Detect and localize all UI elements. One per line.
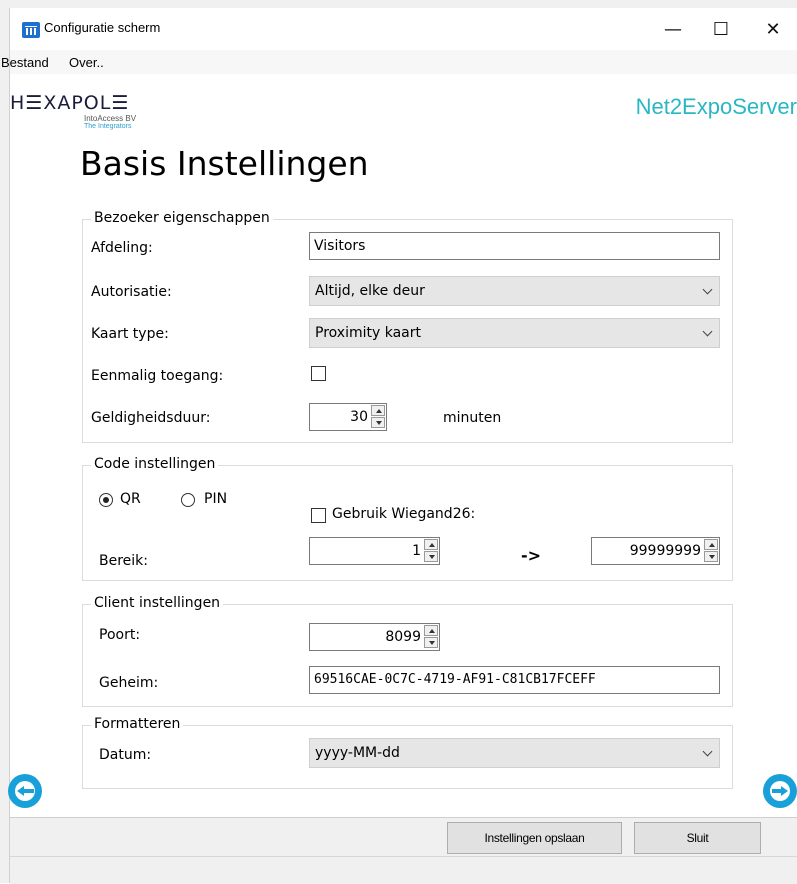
geldigheid-value: 30 [350,409,368,425]
label-minuten: minuten [443,410,502,426]
back-arrow-icon[interactable] [8,774,42,808]
button-bar: Instellingen opslaan Sluit [10,817,797,856]
menu-over[interactable]: Over.. [69,55,104,70]
group-client: Client instellingen Poort: 8099 Geheim: … [82,595,733,707]
close-button[interactable]: Sluit [634,822,761,854]
group-code: Code instellingen QR PIN Gebruik Wiegand… [82,456,733,581]
label-autorisatie: Autorisatie: [91,284,172,300]
chevron-down-icon [702,284,713,295]
close-window-button[interactable]: ✕ [750,16,796,46]
group-title-code: Code instellingen [91,456,219,472]
header-banner: H☰XAPOL☰ IntoAccess BV The Integrators N… [10,74,797,134]
spin-down-icon[interactable] [371,417,385,428]
label-eenmalig: Eenmalig toegang: [91,368,224,384]
minimize-button[interactable]: — [650,16,696,46]
label-wiegand: Gebruik Wiegand26: [332,506,476,522]
bereik-from-value: 1 [412,543,421,559]
title-bar[interactable]: Configuratie scherm — ☐ ✕ [10,8,797,50]
spin-up-icon[interactable] [424,539,438,550]
label-datum: Datum: [99,747,152,763]
datum-select[interactable]: yyyy-MM-dd [309,738,720,768]
spin-up-icon[interactable] [424,625,438,636]
bereik-to-stepper[interactable]: 99999999 [591,537,720,565]
spin-down-icon[interactable] [424,551,438,562]
menu-bar: Bestand Over.. [1,50,797,74]
label-kaarttype: Kaart type: [91,326,169,342]
label-pin: PIN [204,491,228,507]
radio-qr[interactable] [99,493,113,507]
label-afdeling: Afdeling: [91,240,153,256]
range-arrow: -> [521,546,542,565]
wiegand-checkbox[interactable] [311,508,326,523]
group-title-format: Formatteren [91,716,184,732]
maximize-button[interactable]: ☐ [698,16,744,46]
poort-value: 8099 [385,629,421,645]
spin-up-icon[interactable] [704,539,718,550]
app-window: Configuratie scherm — ☐ ✕ Bestand Over..… [0,0,797,884]
logo-subtitle: IntoAccess BV [84,114,137,123]
group-bezoeker: Bezoeker eigenschappen Afdeling: Visitor… [82,210,733,443]
spin-down-icon[interactable] [704,551,718,562]
status-bar [10,856,797,884]
chevron-down-icon [702,746,713,757]
eenmalig-checkbox[interactable] [311,366,326,381]
forward-arrow-icon[interactable] [763,774,797,808]
kaarttype-select[interactable]: Proximity kaart [309,318,720,348]
group-format: Formatteren Datum: yyyy-MM-dd [82,716,733,789]
window-title: Configuratie scherm [44,20,161,35]
stepper-buttons [424,539,438,563]
datum-value: yyyy-MM-dd [315,745,400,761]
radio-pin[interactable] [181,493,195,507]
autorisatie-select[interactable]: Altijd, elke deur [309,276,720,306]
page-title: Basis Instellingen [80,144,369,183]
geheim-input[interactable]: 69516CAE-0C7C-4719-AF91-C81CB17FCEFF [309,666,720,694]
poort-stepper[interactable]: 8099 [309,623,440,651]
spin-up-icon[interactable] [371,405,385,416]
save-settings-button[interactable]: Instellingen opslaan [447,822,622,854]
group-title-bezoeker: Bezoeker eigenschappen [91,210,273,226]
label-poort: Poort: [99,627,141,643]
logo-tagline: The Integrators [84,123,132,130]
label-geheim: Geheim: [99,675,159,691]
afdeling-input[interactable]: Visitors [309,232,720,260]
app-name: Net2ExpoServer [635,94,797,119]
spin-down-icon[interactable] [424,637,438,648]
chevron-down-icon [702,326,713,337]
label-geldigheid: Geldigheidsduur: [91,410,211,426]
label-qr: QR [120,491,141,507]
stepper-buttons [424,625,438,649]
stepper-buttons [371,405,385,429]
bereik-to-value: 99999999 [629,543,701,559]
autorisatie-value: Altijd, elke deur [315,283,425,299]
app-bank-icon [22,22,40,38]
settings-content: Basis Instellingen Bezoeker eigenschappe… [10,134,797,817]
geldigheid-stepper[interactable]: 30 [309,403,387,431]
group-title-client: Client instellingen [91,595,224,611]
stepper-buttons [704,539,718,563]
menu-bestand[interactable]: Bestand [1,55,49,70]
label-bereik: Bereik: [99,553,148,569]
kaarttype-value: Proximity kaart [315,325,421,341]
hexapole-logo: H☰XAPOL☰ [10,92,130,114]
bereik-from-stepper[interactable]: 1 [309,537,440,565]
